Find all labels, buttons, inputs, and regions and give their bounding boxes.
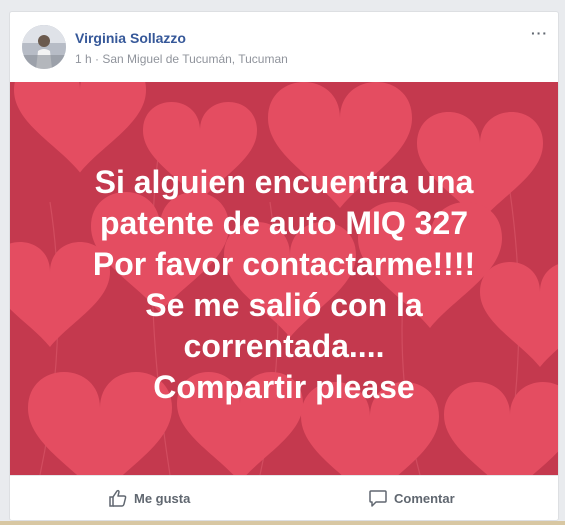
page-bottom-strip <box>0 521 565 525</box>
comment-label: Comentar <box>394 490 455 506</box>
like-label: Me gusta <box>134 490 191 506</box>
more-options-icon[interactable]: ··· <box>531 25 548 41</box>
meta-separator: · <box>95 52 100 66</box>
thumbs-up-icon <box>109 489 127 507</box>
post-text: Si alguien encuentra una patente de auto… <box>92 164 476 405</box>
speech-bubble-icon <box>369 490 387 507</box>
post-header: Virginia Sollazzo 1 h · San Miguel de Tu… <box>10 12 558 82</box>
avatar[interactable] <box>22 25 66 69</box>
post-card: Virginia Sollazzo 1 h · San Miguel de Tu… <box>9 11 559 521</box>
post-location[interactable]: San Miguel de Tucumán, Tucuman <box>102 52 287 66</box>
action-bar: Me gusta Comentar <box>10 475 558 520</box>
author-name[interactable]: Virginia Sollazzo <box>75 30 186 46</box>
comment-button[interactable]: Comentar <box>368 488 455 508</box>
like-button[interactable]: Me gusta <box>108 488 190 508</box>
post-meta: 1 h · San Miguel de Tucumán, Tucuman <box>75 52 288 66</box>
post-image[interactable]: Si alguien encuentra una patente de auto… <box>10 82 558 475</box>
post-time[interactable]: 1 h <box>75 52 92 66</box>
